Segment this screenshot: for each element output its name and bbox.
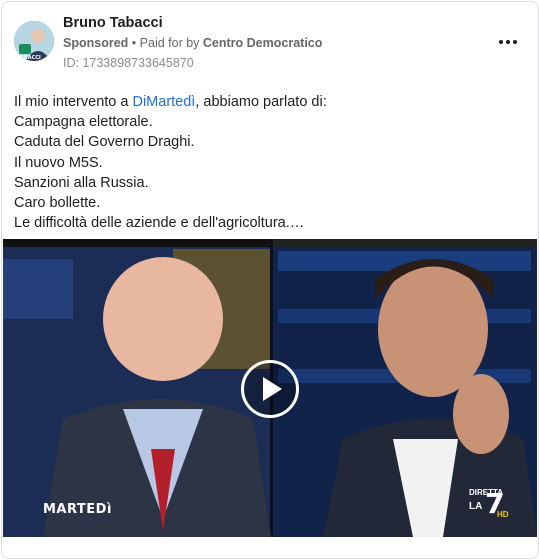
play-icon[interactable]	[241, 360, 299, 418]
post-line: Le difficoltà delle aziende e dell'agric…	[14, 215, 305, 232]
video-player[interactable]: MARTEDì DIRETTA LA 7 HD	[3, 239, 537, 537]
ad-id: ID: 1733898733645870	[63, 56, 194, 70]
card-footer	[3, 537, 537, 557]
post-line: Campagna elettorale.	[14, 114, 153, 131]
avatar[interactable]: TABACCI	[14, 21, 54, 61]
more-options-icon[interactable]	[496, 34, 520, 50]
post-line: Caduta del Governo Draghi.	[14, 134, 195, 151]
dimartedi-logo: MARTEDì	[43, 502, 112, 517]
post-text: Il mio intervento a DiMartedì, abbiamo p…	[14, 92, 524, 233]
post-line: Sanzioni alla Russia.	[14, 174, 149, 191]
post-line: Il nuovo M5S.	[14, 154, 103, 171]
sponsored-label: Sponsored	[63, 36, 129, 50]
author-name[interactable]: Bruno Tabacci	[63, 15, 163, 31]
sponsored-line: Sponsored • Paid for by Centro Democrati…	[63, 36, 322, 50]
post-intro-line: Il mio intervento a DiMartedì, abbiamo p…	[14, 94, 327, 110]
paid-for-label: Paid for by	[139, 36, 200, 50]
ad-card: TABACCI Bruno Tabacci Sponsored • Paid f…	[1, 1, 539, 559]
post-line: Caro bollette.	[14, 195, 101, 212]
paid-for-by[interactable]: Centro Democratico	[203, 36, 322, 50]
avatar-badge-text: TABACCI	[17, 55, 41, 61]
meta-separator: •	[131, 36, 137, 50]
la7-logo: DIRETTA LA 7 HD	[469, 487, 509, 520]
dimartedi-link[interactable]: DiMartedì	[132, 94, 195, 110]
